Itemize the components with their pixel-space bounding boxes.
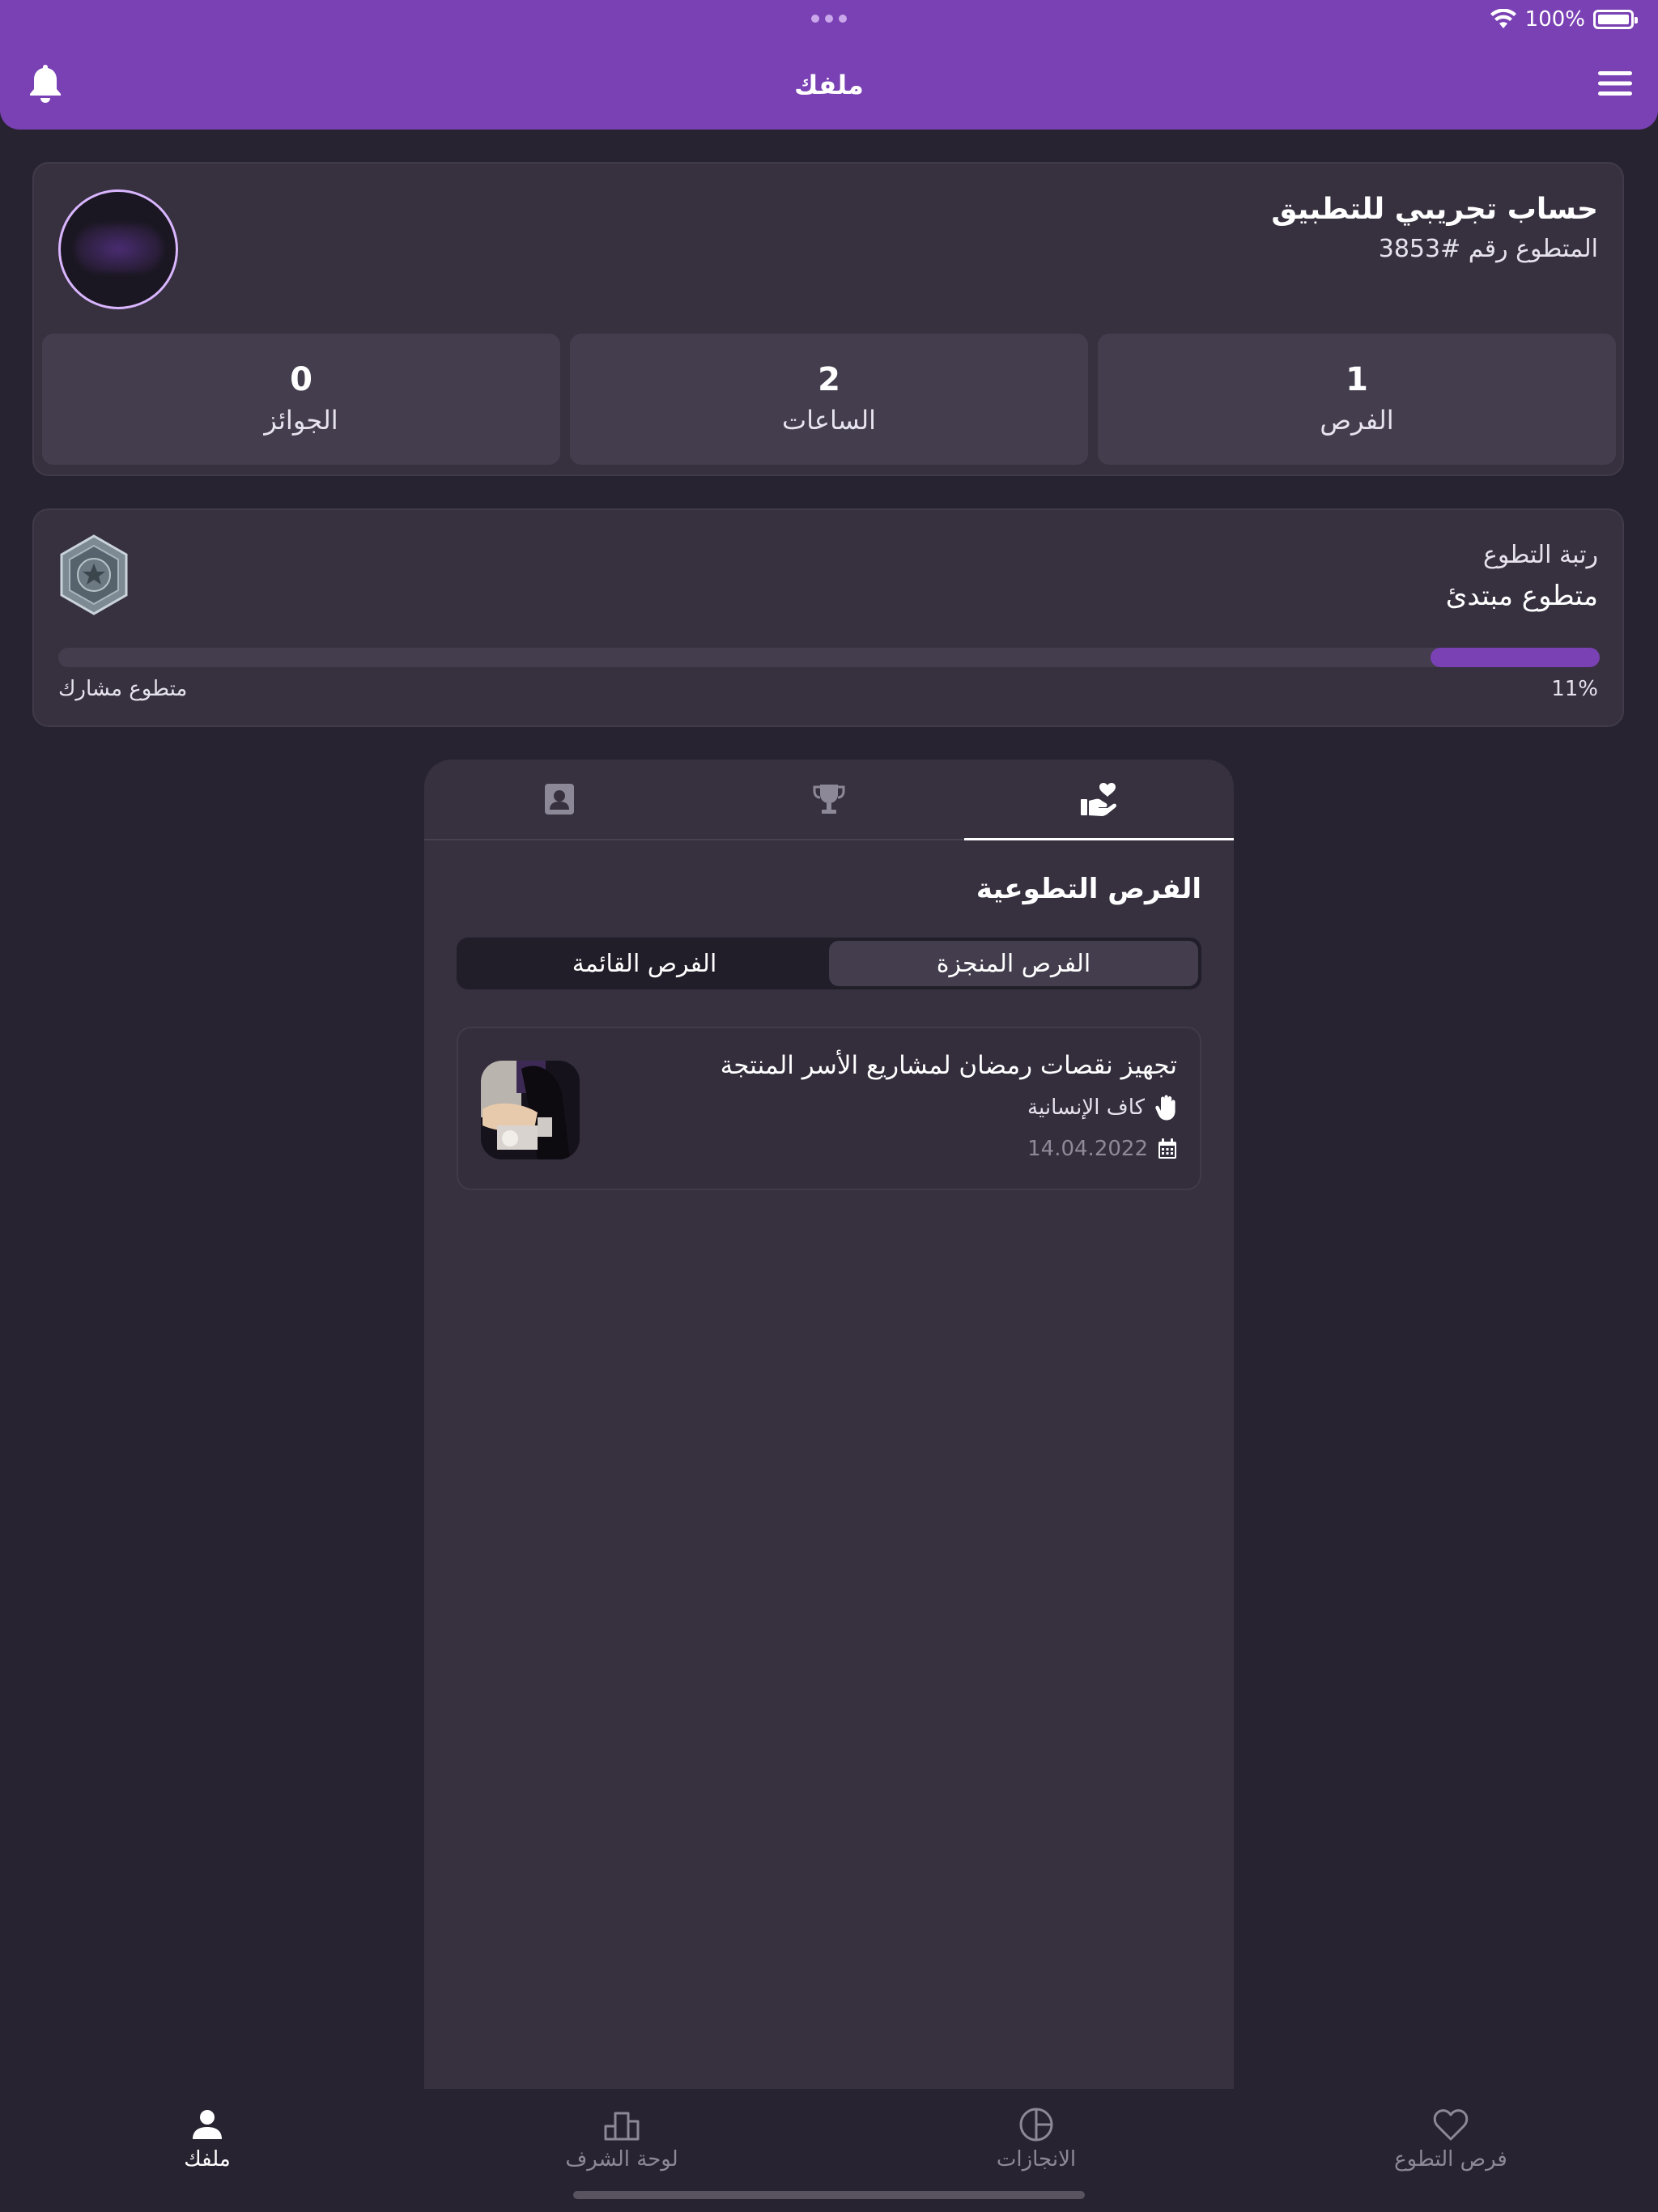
wifi-icon <box>1490 9 1516 28</box>
person-icon <box>193 2110 222 2139</box>
multitasking-dots[interactable] <box>811 15 847 23</box>
profile-tab-panel: الفرص التطوعية الفرص القائمة الفرص المنج… <box>424 759 1234 2089</box>
pie-chart-icon <box>1019 2108 1053 2142</box>
rank-next: متطوع مشارك <box>58 677 188 701</box>
stats-row: 0 الجوائز 2 الساعات 1 الفرص <box>42 334 1616 465</box>
profile-name: حساب تجريبي للتطبيق <box>1271 193 1598 226</box>
battery-percent: 100% <box>1524 7 1585 32</box>
nav-label: الانجازات <box>996 2147 1077 2172</box>
heart-icon <box>1433 2109 1469 2141</box>
profile-card: حساب تجريبي للتطبيق المتطوع رقم #3853 0 … <box>32 162 1624 476</box>
opportunity-card[interactable]: تجهيز نقصات رمضان لمشاريع الأسر المنتجة … <box>457 1027 1201 1190</box>
nav-leaderboard[interactable]: لوحة الشرف <box>525 2105 719 2172</box>
calendar-icon <box>1158 1138 1176 1159</box>
rank-badge-icon <box>60 534 128 615</box>
stat-label: الساعات <box>782 405 876 436</box>
page-title: ملفك <box>794 70 864 100</box>
segment-current-opportunities[interactable]: الفرص القائمة <box>460 941 829 986</box>
volunteer-hand-heart-icon <box>1081 783 1117 816</box>
stat-opportunities: 1 الفرص <box>1098 334 1616 465</box>
status-bar: 100% <box>1490 6 1638 32</box>
home-indicator[interactable] <box>573 2191 1085 2199</box>
stat-value: 1 <box>1346 361 1368 398</box>
nav-label: لوحة الشرف <box>565 2147 678 2172</box>
avatar[interactable] <box>58 189 178 309</box>
opportunity-date: 14.04.2022 <box>1027 1137 1148 1161</box>
nav-label: فرص التطوع <box>1394 2147 1507 2172</box>
nav-volunteer-opportunities[interactable]: فرص التطوع <box>1354 2105 1548 2172</box>
opportunity-title: تجهيز نقصات رمضان لمشاريع الأسر المنتجة <box>720 1051 1177 1080</box>
opportunities-segmented-control: الفرص القائمة الفرص المنجزة <box>457 938 1201 989</box>
rank-title: رتبة التطوع <box>1482 541 1598 569</box>
stat-awards: 0 الجوائز <box>42 334 560 465</box>
opportunity-organization-row: كاف الإنسانية <box>1027 1095 1177 1121</box>
raised-hand-icon <box>1155 1095 1175 1121</box>
rank-progress-bar <box>58 648 1600 667</box>
segment-completed-opportunities[interactable]: الفرص المنجزة <box>829 941 1198 986</box>
stat-value: 2 <box>818 361 840 398</box>
tab-bar <box>424 759 1234 840</box>
nav-profile[interactable]: ملفك <box>110 2105 304 2172</box>
nav-achievements[interactable]: الانجازات <box>939 2105 1133 2172</box>
rank-percent: 11% <box>1551 677 1598 701</box>
stat-value: 0 <box>290 361 312 398</box>
opportunity-thumbnail <box>481 1061 580 1159</box>
leaderboard-icon <box>604 2112 640 2141</box>
tab-contact[interactable] <box>424 759 694 839</box>
tab-opportunities[interactable] <box>963 759 1234 840</box>
volunteer-rank-card: رتبة التطوع متطوع مبتدئ 11% متطوع مشارك <box>32 508 1624 727</box>
stat-label: الفرص <box>1320 405 1394 436</box>
stat-hours: 2 الساعات <box>570 334 1088 465</box>
stat-label: الجوائز <box>264 405 338 436</box>
opportunity-date-row: 14.04.2022 <box>1027 1137 1177 1161</box>
rank-progress-fill <box>1430 648 1600 667</box>
trophy-icon <box>813 785 845 814</box>
rank-current: متطوع مبتدئ <box>1445 580 1598 612</box>
nav-label: ملفك <box>184 2147 231 2172</box>
app-header: 100% ملفك <box>0 0 1658 130</box>
volunteer-id: المتطوع رقم #3853 <box>1378 235 1598 263</box>
battery-icon <box>1593 10 1638 29</box>
contact-card-icon <box>544 784 574 815</box>
section-title: الفرص التطوعية <box>976 873 1201 905</box>
hamburger-menu-icon[interactable] <box>1596 68 1634 99</box>
opportunity-organization: كاف الإنسانية <box>1027 1095 1145 1120</box>
tab-achievements[interactable] <box>694 759 963 839</box>
